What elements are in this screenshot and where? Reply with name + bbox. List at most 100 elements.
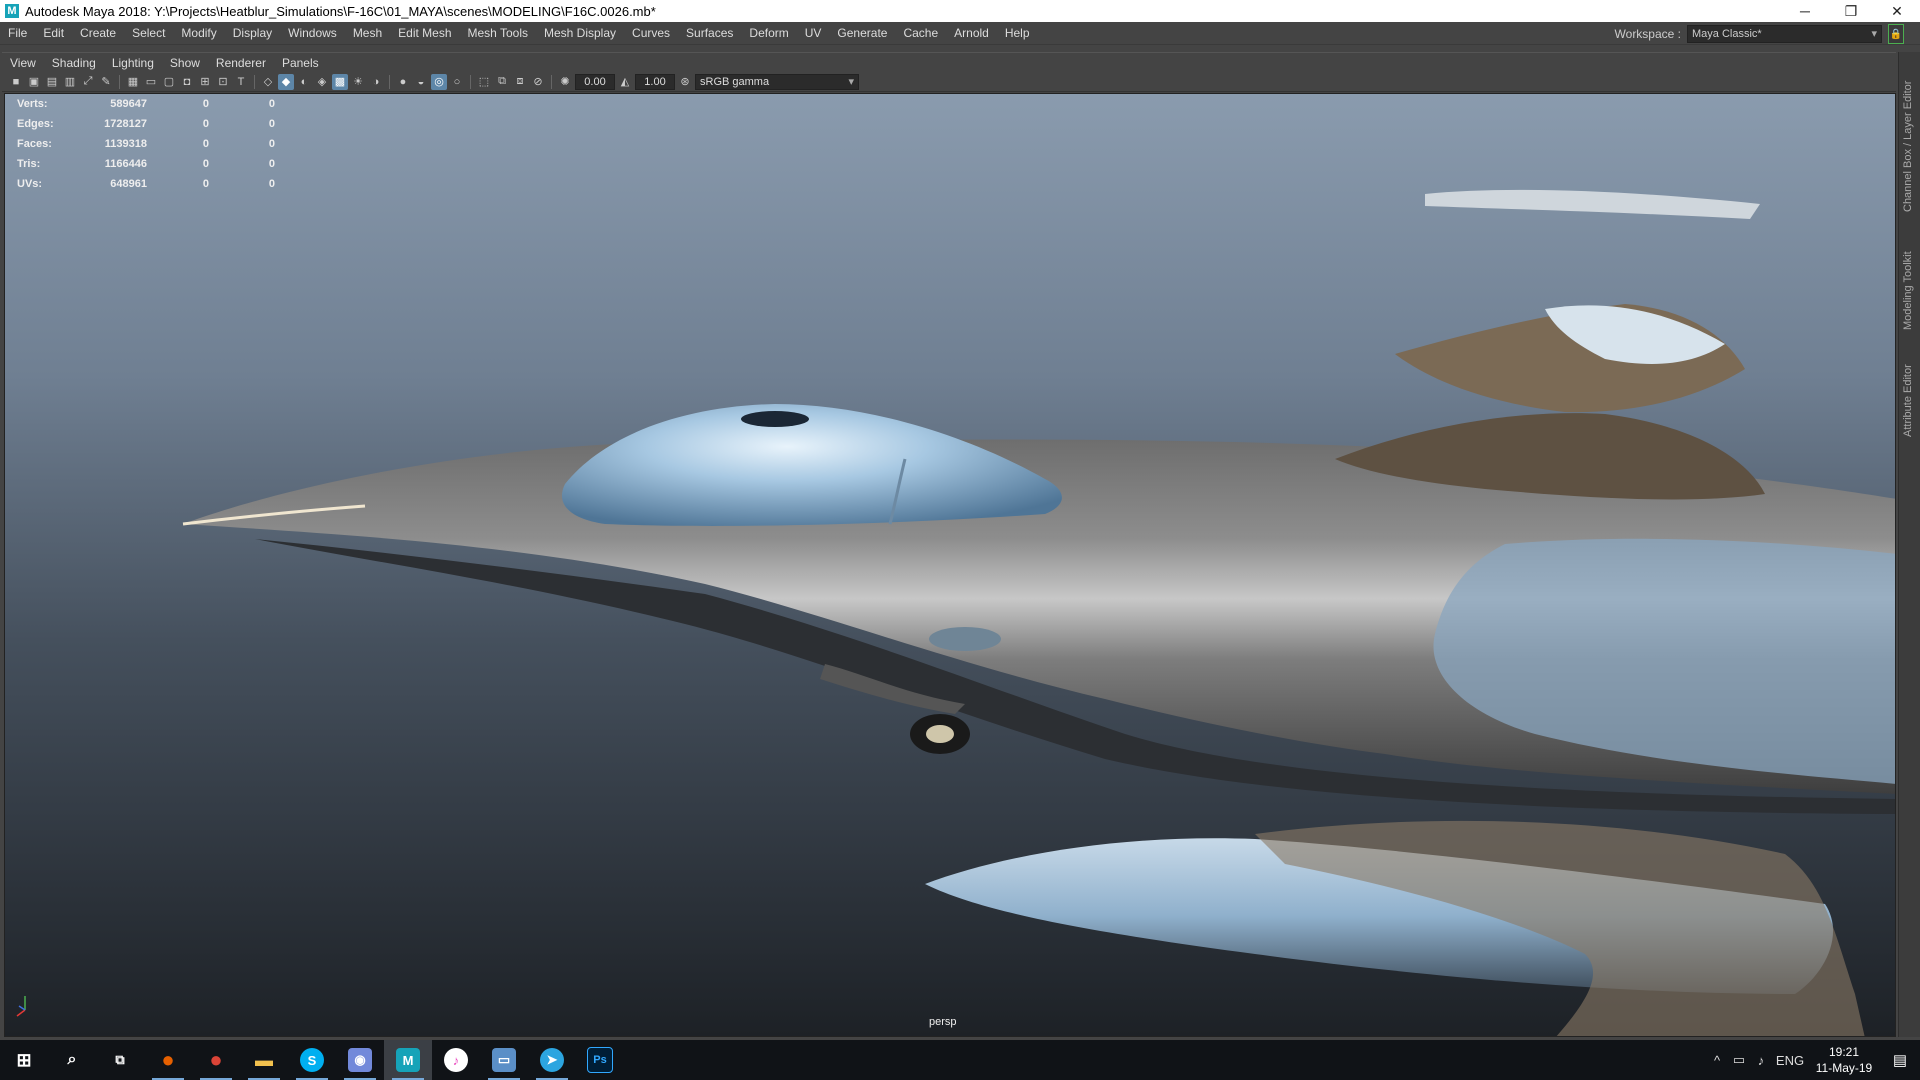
- hud-row-tris: Tris: 1166446 0 0: [17, 154, 275, 174]
- window-app-icon: ▭: [492, 1048, 516, 1072]
- motion-blur-icon[interactable]: ◒: [413, 74, 429, 90]
- menu-edit[interactable]: Edit: [35, 22, 72, 44]
- isolate-select-icon[interactable]: ⬚: [476, 74, 492, 90]
- taskbar-app-itunes[interactable]: ♪: [432, 1040, 480, 1080]
- volume-icon[interactable]: ♪: [1750, 1053, 1772, 1068]
- taskbar-app-firefox[interactable]: ●: [144, 1040, 192, 1080]
- task-view-button[interactable]: ⧉: [96, 1040, 144, 1080]
- landing-gear-hub: [926, 725, 954, 743]
- menu-display[interactable]: Display: [225, 22, 280, 44]
- select-camera-icon[interactable]: ■: [8, 74, 24, 90]
- smooth-shade-icon[interactable]: ◆: [278, 73, 294, 90]
- anti-aliasing-icon[interactable]: ◎: [431, 73, 447, 90]
- minimize-button[interactable]: ─: [1782, 0, 1828, 22]
- menu-arnold[interactable]: Arnold: [946, 22, 997, 44]
- menu-mesh[interactable]: Mesh: [345, 22, 390, 44]
- perspective-viewport[interactable]: Verts: 589647 0 0 Edges: 1728127 0 0 Fac…: [4, 93, 1896, 1037]
- menu-cache[interactable]: Cache: [895, 22, 946, 44]
- taskbar-app-discord[interactable]: ◉: [336, 1040, 384, 1080]
- menu-curves[interactable]: Curves: [624, 22, 678, 44]
- start-button[interactable]: ⊞: [0, 1040, 48, 1080]
- grease-pencil-icon[interactable]: ✎: [98, 74, 114, 90]
- safe-action-icon[interactable]: ⊡: [215, 74, 231, 90]
- menu-mesh-tools[interactable]: Mesh Tools: [460, 22, 536, 44]
- grid-icon[interactable]: ▦: [125, 74, 141, 90]
- lock-icon[interactable]: 🔒: [1888, 24, 1904, 44]
- color-space-dropdown[interactable]: sRGB gamma: [695, 73, 859, 90]
- windows-taskbar: ⊞ ⌕ ⧉ ● ● ▬ S ◉ M ♪ ▭ ➤ Ps ^ ▭ ♪ ENG 19:…: [0, 1040, 1920, 1080]
- xray-icon[interactable]: ⧉: [494, 74, 510, 90]
- menu-modify[interactable]: Modify: [173, 22, 224, 44]
- 2d-pan-zoom-icon[interactable]: ⤢: [80, 74, 96, 90]
- field-chart-icon[interactable]: ⊞: [197, 74, 213, 90]
- taskbar-app-skype[interactable]: S: [288, 1040, 336, 1080]
- toolbar-separator: [551, 74, 552, 89]
- exposure-icon[interactable]: ✺: [557, 74, 573, 90]
- clock[interactable]: 19:21 11-May-19: [1808, 1044, 1880, 1076]
- color-management-icon[interactable]: ⊛: [677, 74, 693, 90]
- hud-value-component: 0: [268, 158, 275, 170]
- backface-culling-icon[interactable]: ⊘: [530, 74, 546, 90]
- safe-title-icon[interactable]: T: [233, 74, 249, 90]
- lights-icon[interactable]: ☀: [350, 74, 366, 90]
- taskbar-app-maya[interactable]: M: [384, 1040, 432, 1080]
- workspace-dropdown[interactable]: Maya Classic*: [1687, 25, 1882, 43]
- hud-row-uvs: UVs: 648961 0 0: [17, 174, 275, 194]
- taskbar-app-telegram[interactable]: ➤: [528, 1040, 576, 1080]
- menu-mesh-display[interactable]: Mesh Display: [536, 22, 624, 44]
- close-button[interactable]: ✕: [1874, 0, 1920, 22]
- image-plane-icon[interactable]: ▥: [62, 74, 78, 90]
- menu-deform[interactable]: Deform: [741, 22, 796, 44]
- toolbar-separator: [389, 74, 390, 89]
- taskbar-app-chrome[interactable]: ●: [192, 1040, 240, 1080]
- taskbar-app-window[interactable]: ▭: [480, 1040, 528, 1080]
- ambient-occlusion-icon[interactable]: ●: [395, 74, 411, 90]
- panel-menu-show[interactable]: Show: [162, 56, 208, 70]
- notification-center-icon[interactable]: ▤: [1880, 1051, 1920, 1069]
- tab-modeling-toolkit[interactable]: Modeling Toolkit: [1902, 220, 1914, 330]
- camera-attributes-icon[interactable]: ▣: [26, 74, 42, 90]
- wireframe-icon[interactable]: ◇: [260, 74, 276, 90]
- hud-value-total: 1139318: [104, 138, 147, 150]
- taskbar-app-photoshop[interactable]: Ps: [576, 1040, 624, 1080]
- menu-edit-mesh[interactable]: Edit Mesh: [390, 22, 459, 44]
- menu-select[interactable]: Select: [124, 22, 173, 44]
- panel-menu-lighting[interactable]: Lighting: [104, 56, 162, 70]
- tab-channel-box[interactable]: Channel Box / Layer Editor: [1902, 62, 1914, 212]
- gamma-field[interactable]: 1.00: [635, 73, 675, 90]
- depth-of-field-icon[interactable]: ○: [449, 74, 465, 90]
- menu-generate[interactable]: Generate: [829, 22, 895, 44]
- chevron-up-icon[interactable]: ^: [1706, 1053, 1728, 1068]
- wireframe-on-shaded-icon[interactable]: ◈: [314, 74, 330, 90]
- hud-label: Edges:: [17, 118, 54, 130]
- maximize-button[interactable]: ❐: [1828, 0, 1874, 22]
- panel-menu-renderer[interactable]: Renderer: [208, 56, 274, 70]
- panel-menu-shading[interactable]: Shading: [44, 56, 104, 70]
- textured-icon[interactable]: ▩: [332, 73, 348, 90]
- menu-create[interactable]: Create: [72, 22, 124, 44]
- menu-file[interactable]: File: [0, 22, 35, 44]
- film-gate-icon[interactable]: ▭: [143, 74, 159, 90]
- search-button[interactable]: ⌕: [48, 1040, 96, 1080]
- language-indicator[interactable]: ENG: [1772, 1053, 1808, 1068]
- shadows-icon[interactable]: ◑: [368, 74, 384, 90]
- resolution-gate-icon[interactable]: ▢: [161, 74, 177, 90]
- xray-joints-icon[interactable]: ⧈: [512, 74, 528, 90]
- canopy-mesh: [561, 404, 1062, 526]
- telegram-icon: ➤: [540, 1048, 564, 1072]
- menu-help[interactable]: Help: [997, 22, 1038, 44]
- default-material-icon[interactable]: ◐: [296, 74, 312, 90]
- gamma-icon[interactable]: ◭: [617, 74, 633, 90]
- panel-menu-view[interactable]: View: [2, 56, 44, 70]
- network-icon[interactable]: ▭: [1728, 1052, 1750, 1068]
- bookmark-icon[interactable]: ▤: [44, 74, 60, 90]
- menu-surfaces[interactable]: Surfaces: [678, 22, 741, 44]
- exposure-field[interactable]: 0.00: [575, 73, 615, 90]
- hud-value-selected: 0: [202, 98, 209, 110]
- taskbar-app-file-explorer[interactable]: ▬: [240, 1040, 288, 1080]
- tab-attribute-editor[interactable]: Attribute Editor: [1902, 337, 1914, 437]
- panel-menu-panels[interactable]: Panels: [274, 56, 327, 70]
- menu-uv[interactable]: UV: [797, 22, 830, 44]
- menu-windows[interactable]: Windows: [280, 22, 345, 44]
- gate-mask-icon[interactable]: ◘: [179, 74, 195, 90]
